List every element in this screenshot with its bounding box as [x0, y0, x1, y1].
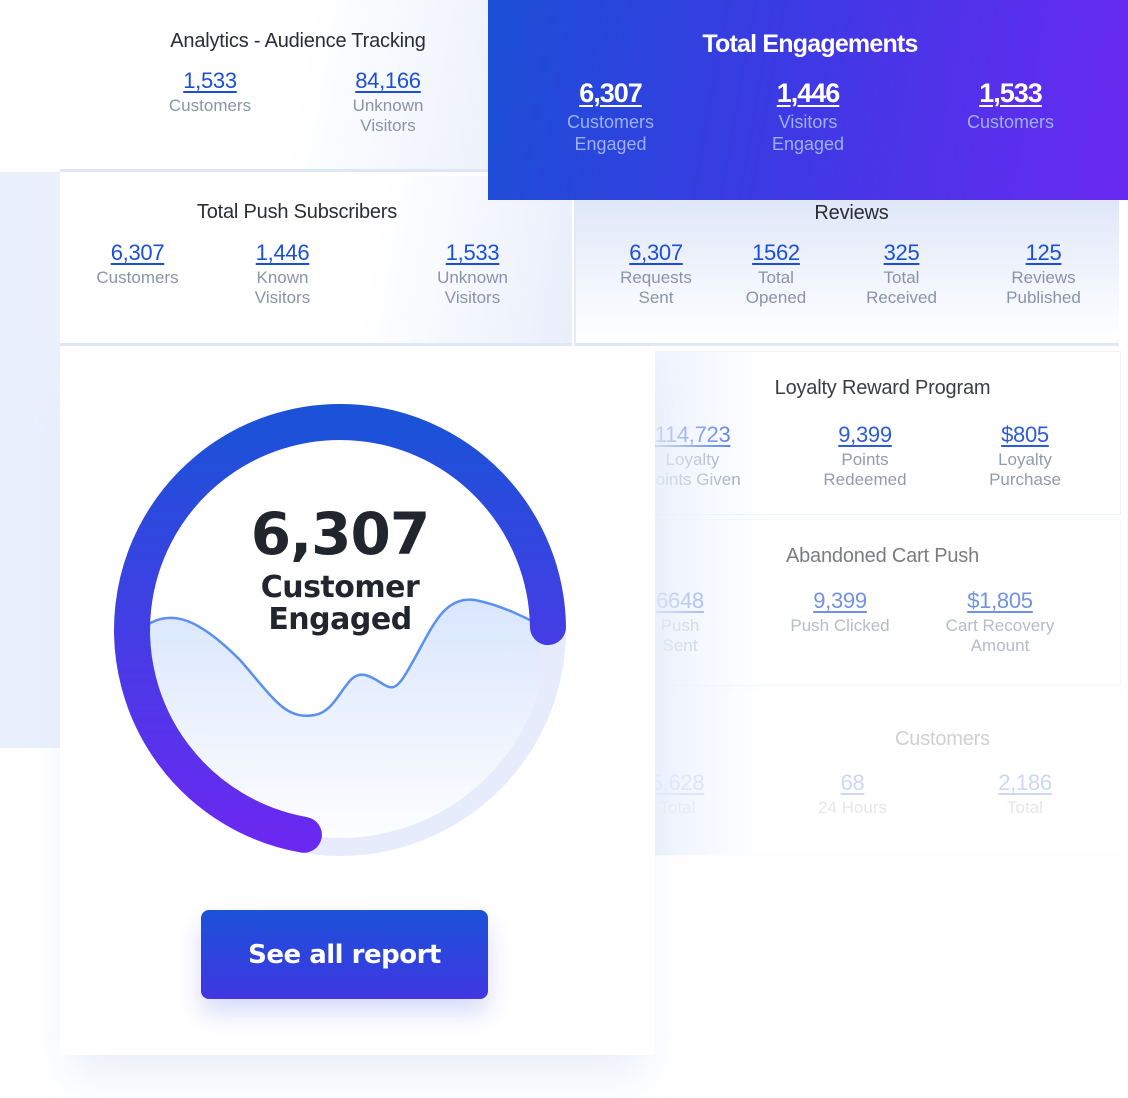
stat-value-link[interactable]: 9,399 [813, 588, 867, 614]
stat-label: Customers [966, 112, 1055, 132]
stat-value-link[interactable]: 5,628 [651, 770, 705, 796]
stat-value-link[interactable]: $1,805 [967, 588, 1033, 614]
card-title: Loyalty Reward Program [774, 377, 991, 399]
stat-value-link[interactable]: 84,166 [355, 68, 421, 94]
stat-label: Points Redeemed [823, 450, 907, 489]
loyalty-reward-program-card: Loyalty Reward Program 114,723 Loyalty P… [644, 352, 1120, 514]
stat-reviews-published: 125 Reviews Published [991, 240, 1096, 308]
stat-label: Loyalty Points Given [644, 450, 741, 489]
stat-value-link[interactable]: 1,446 [777, 78, 841, 109]
stat-total-opened: 1562 Total Opened [731, 240, 821, 308]
stat-value-link[interactable]: $805 [1001, 422, 1049, 448]
stat-value-link[interactable]: 125 [1026, 240, 1062, 266]
stat-customers-engaged: 6,307 Customers Engaged [548, 78, 673, 155]
stat-label: Cart Recovery Amount [945, 616, 1055, 655]
card-title: Total Push Subscribers [196, 201, 398, 223]
stat-label: Customers [168, 96, 252, 115]
stat-label: Requests Sent [620, 268, 692, 307]
wave-area [140, 599, 540, 838]
stat-label: Total [1007, 798, 1043, 817]
stat-value-link[interactable]: 68 [841, 770, 865, 796]
stat-known-visitors: 1,446 Known Visitors [240, 240, 325, 308]
stat-value-link[interactable]: 325 [884, 240, 920, 266]
stat-value-link[interactable]: 1,533 [979, 78, 1043, 109]
stat-customers: 1,533 Customers [150, 68, 270, 116]
reviews-card: Reviews 6,307 Requests Sent 1562 Total O… [574, 200, 1119, 346]
stat-label: Push Sent [660, 616, 700, 655]
stat-label: Customers [96, 268, 179, 287]
stat-loyalty-points-given: 114,723 Loyalty Points Given [640, 422, 745, 490]
engaged-label: Customer Engaged [190, 572, 490, 636]
card-title: Reviews [814, 202, 889, 224]
stat-value-link[interactable]: 1,533 [446, 240, 500, 266]
stat-value-link[interactable]: 1562 [752, 240, 800, 266]
card-title: Analytics - Audience Tracking [170, 30, 426, 52]
stat-label: Customers Engaged [566, 112, 655, 154]
stat-points-redeemed: 9,399 Points Redeemed [810, 422, 920, 490]
stat-label: Reviews Published [1006, 268, 1081, 307]
stat-total-received: 325 Total Received [854, 240, 949, 308]
background-strip [0, 172, 60, 748]
stat-24-hours: 68 24 Hours [800, 770, 905, 818]
stat-customers: 1,533 Customers [948, 78, 1073, 133]
stat-label: Unknown Visitors [437, 268, 508, 307]
stat-value-link[interactable]: 114,723 [655, 422, 731, 448]
stat-unknown-visitors: 1,533 Unknown Visitors [425, 240, 520, 308]
stat-value-link[interactable]: 6648 [656, 588, 704, 614]
stat-cart-recovery-amount: $1,805 Cart Recovery Amount [930, 588, 1070, 656]
engaged-count: 6,307 [250, 500, 430, 568]
stat-value-link[interactable]: 6,307 [111, 240, 165, 266]
stat-value-link[interactable]: 1,533 [183, 68, 237, 94]
engaged-label-line2: Engaged [268, 602, 412, 637]
stat-value-link[interactable]: 6,307 [579, 78, 643, 109]
stat-label: Unknown Visitors [352, 96, 424, 135]
see-all-report-button[interactable]: See all report [201, 910, 488, 999]
abandoned-cart-push-card: Abandoned Cart Push 6648 Push Sent 9,399… [655, 520, 1120, 685]
stat-value-link[interactable]: 9,399 [838, 422, 892, 448]
stat-label: Loyalty Purchase [989, 450, 1061, 489]
customers-card: Customers 5,628 Total 68 24 Hours 2,186 … [651, 690, 1120, 855]
stat-label: 24 Hours [818, 798, 887, 817]
total-engagements-card: Total Engagements 6,307 Customers Engage… [488, 0, 1128, 200]
total-push-subscribers-card: Total Push Subscribers 6,307 Customers 1… [60, 176, 572, 346]
stat-label: Push Clicked [790, 616, 890, 635]
stat-value-link[interactable]: 2,186 [998, 770, 1052, 796]
card-title: Customers [895, 728, 990, 750]
stat-total: 2,186 Total [980, 770, 1070, 818]
stat-push-clicked: 9,399 Push Clicked [790, 588, 890, 636]
card-title: Abandoned Cart Push [785, 545, 979, 567]
engaged-label-line1: Customer [260, 570, 420, 605]
stat-label: Known Visitors [254, 268, 311, 307]
stat-push-sent: 6648 Push Sent [645, 588, 715, 656]
card-title: Total Engagements [702, 30, 918, 58]
analytics-audience-tracking-card: Analytics - Audience Tracking 1,533 Cust… [60, 0, 490, 172]
stat-label: Visitors Engaged [771, 112, 845, 154]
stat-value-link[interactable]: 1,446 [256, 240, 310, 266]
stat-label: Total Opened [745, 268, 807, 307]
stat-value-link[interactable]: 6,307 [629, 240, 683, 266]
stat-customers: 6,307 Customers [80, 240, 195, 288]
stat-label: Total Received [866, 268, 937, 307]
stat-unknown-visitors: 84,166 Unknown Visitors [343, 68, 433, 136]
stat-loyalty-purchase: $805 Loyalty Purchase [975, 422, 1075, 490]
stat-requests-sent: 6,307 Requests Sent [606, 240, 706, 308]
stat-visitors-engaged: 1,446 Visitors Engaged [753, 78, 863, 155]
